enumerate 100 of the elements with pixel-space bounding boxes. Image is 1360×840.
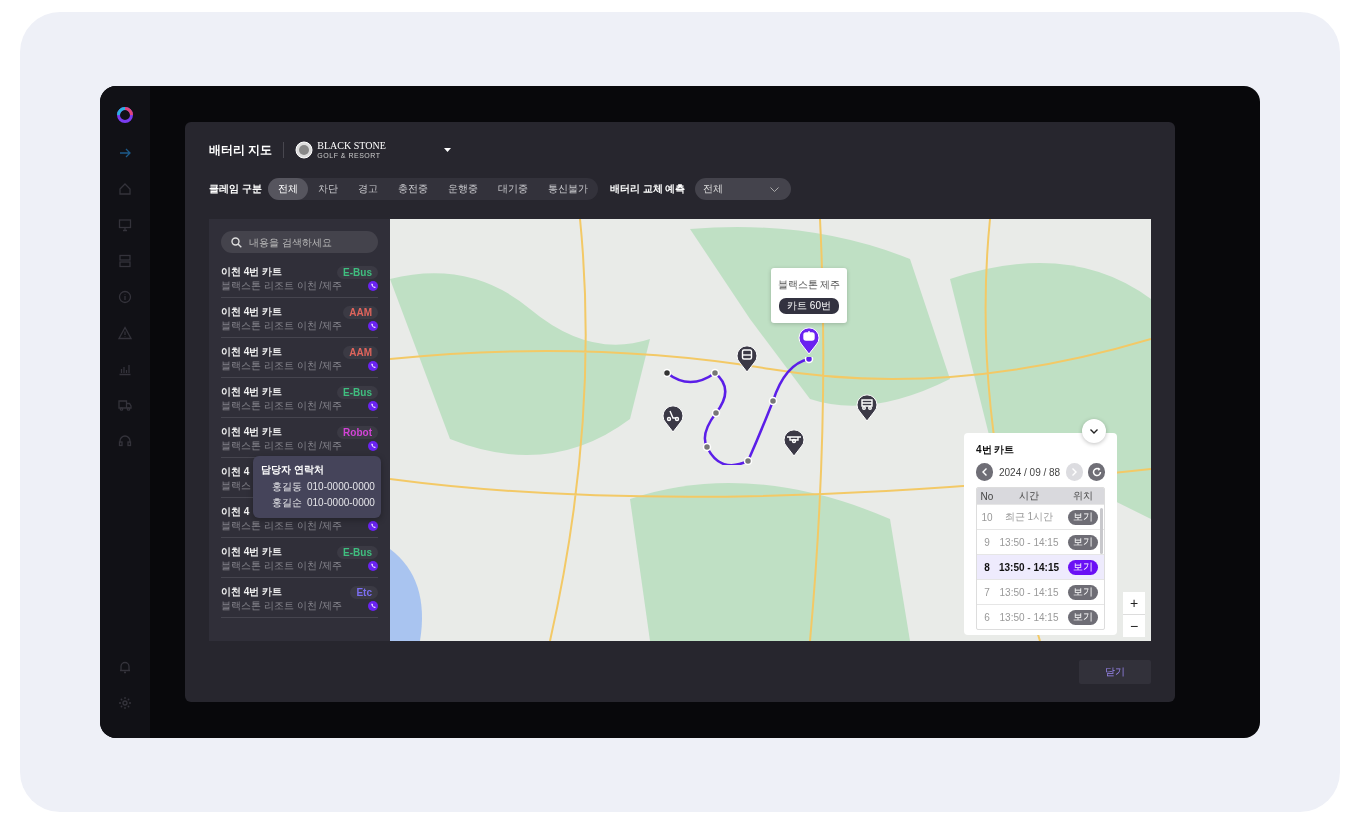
type-tag: E-Bus [337, 545, 378, 559]
vehicle-location: 블랙스 [221, 479, 251, 493]
time-range: 최근 1시간 [1003, 510, 1055, 524]
vehicle-location: 블랙스톤 리조트 이천 /제주 [221, 279, 343, 293]
vehicle-name: 이천 4번 카트 [221, 345, 283, 359]
cart-marker-icon[interactable] [856, 394, 878, 422]
ring-logo-icon [116, 106, 134, 124]
tooltip-title: 담당자 연락처 [261, 464, 325, 476]
chevron-down-icon [770, 186, 780, 192]
history-row[interactable]: 6 13:50 - 14:15 보기 [977, 604, 1104, 629]
vehicle-name: 이천 4번 카트 [221, 385, 283, 399]
history-date: 2024 / 09 / 88 [998, 466, 1062, 478]
column-header: 위치 [1071, 489, 1094, 503]
phone-icon[interactable] [368, 321, 378, 331]
close-button[interactable]: 닫기 [1079, 660, 1151, 684]
filter-tab[interactable]: 충전중 [387, 178, 438, 200]
vehicle-name: 이천 4번 카트 [221, 305, 283, 319]
vehicle-name: 이천 4 [221, 505, 250, 519]
vehicle-name: 이천 4번 카트 [221, 425, 283, 439]
scrollbar-thumb[interactable] [1100, 508, 1103, 554]
robot-marker-icon[interactable] [798, 327, 820, 355]
history-title: 4번 카트 [976, 443, 1016, 457]
vehicle-location: 블랙스톤 리조트 이천 /제주 [221, 519, 343, 533]
filter-tab[interactable]: 전체 [267, 178, 308, 200]
type-tag: AAM [343, 345, 378, 359]
search-icon [231, 237, 242, 248]
contact-name: 홍길순 [272, 497, 302, 509]
filter-label: 클레임 구분 [209, 182, 262, 196]
vehicle-list-item[interactable]: 이천 4번 카트 E-Bus 블랙스톤 리조트 이천 /제주 [221, 538, 378, 578]
phone-icon[interactable] [368, 601, 378, 611]
vehicle-location: 블랙스톤 리조트 이천 /제주 [221, 559, 343, 573]
view-button[interactable]: 보기 [1067, 534, 1098, 550]
drone-marker-icon[interactable] [783, 429, 805, 457]
modal-title: 배터리 지도 [209, 141, 273, 159]
time-range: 13:50 - 14:15 [997, 561, 1060, 573]
view-button[interactable]: 보기 [1067, 559, 1098, 575]
vehicle-list-item[interactable]: 이천 4번 카트 AAM 블랙스톤 리조트 이천 /제주 [221, 338, 378, 378]
chevron-right-icon [1072, 468, 1078, 476]
row-number: 10 [980, 511, 994, 523]
column-header: 시간 [1018, 489, 1040, 503]
brand-name: BLACK STONE [317, 141, 386, 151]
contact-name: 홍길동 [272, 481, 302, 493]
vehicle-list-item[interactable]: 이천 4번 카트 E-Bus 블랙스톤 리조트 이천 /제주 [221, 378, 378, 418]
chevron-left-icon [981, 468, 987, 476]
row-number: 6 [983, 611, 991, 623]
type-tag: Etc [350, 585, 378, 599]
sphere-logo-icon [295, 141, 314, 159]
refresh-button[interactable] [1088, 463, 1105, 481]
type-tag: E-Bus [337, 265, 378, 279]
type-tag: E-Bus [337, 385, 378, 399]
type-tag: AAM [343, 305, 378, 319]
history-row[interactable]: 8 13:50 - 14:15 보기 [977, 554, 1104, 579]
vehicle-location: 블랙스톤 리조트 이천 /제주 [221, 319, 343, 333]
vehicle-location: 블랙스톤 리조트 이천 /제주 [221, 399, 343, 413]
view-button[interactable]: 보기 [1067, 509, 1098, 525]
zoom-in-button[interactable]: + [1123, 592, 1145, 614]
search-field[interactable]: 내용을 검색하세요 [221, 231, 378, 253]
caret-icon[interactable] [443, 148, 451, 152]
phone-icon[interactable] [368, 281, 378, 291]
prediction-dropdown[interactable]: 전체 [695, 178, 792, 200]
arrow-icon[interactable] [118, 146, 132, 160]
vehicle-list-item[interactable]: 이천 4번 카트 AAM 블랙스톤 리조트 이천 /제주 [221, 298, 378, 338]
type-tag: Robot [337, 425, 378, 439]
zoom-out-button[interactable]: − [1123, 615, 1145, 637]
refresh-icon [1091, 467, 1102, 477]
view-button[interactable]: 보기 [1067, 609, 1098, 625]
time-range: 13:50 - 14:15 [998, 536, 1060, 548]
time-range: 13:50 - 14:15 [998, 586, 1060, 598]
vehicle-list-item[interactable]: 이천 4번 카트 Etc 블랙스톤 리조트 이천 /제주 [221, 578, 378, 618]
contact-phone: 010-0000-0000 [307, 481, 375, 493]
chevron-down-icon [1090, 428, 1098, 434]
vehicle-name: 이천 4번 카트 [221, 265, 283, 279]
row-number: 9 [983, 536, 991, 548]
vehicle-location: 블랙스톤 리조트 이천 /제주 [221, 439, 343, 453]
phone-icon[interactable] [368, 401, 378, 411]
contact-phone: 010-0000-0000 [307, 497, 375, 509]
scooter-marker-icon[interactable] [662, 405, 684, 433]
history-row[interactable]: 7 13:50 - 14:15 보기 [977, 579, 1104, 604]
row-number: 8 [983, 561, 991, 573]
vehicle-badge: 카트 60번 [779, 297, 839, 314]
phone-icon[interactable] [368, 521, 378, 531]
column-header: No [979, 490, 995, 502]
view-button[interactable]: 보기 [1067, 584, 1098, 600]
previous-button[interactable] [976, 463, 993, 481]
vehicle-list-item[interactable]: 이천 4번 카트 E-Bus 블랙스톤 리조트 이천 /제주 [221, 258, 378, 298]
vehicle-name: 이천 4 [221, 465, 250, 479]
filter-tab[interactable]: 운행중 [437, 178, 488, 200]
filter-tab[interactable]: 대기중 [487, 178, 538, 200]
phone-icon[interactable] [368, 441, 378, 451]
vehicle-location: 블랙스톤 리조트 이천 /제주 [221, 599, 343, 613]
phone-icon[interactable] [368, 561, 378, 571]
filter-label: 배터리 교체 예측 [609, 182, 686, 196]
filter-tab[interactable]: 경고 [347, 178, 388, 200]
row-number: 7 [983, 586, 991, 598]
bus-marker-icon[interactable] [736, 345, 758, 373]
time-range: 13:50 - 14:15 [998, 611, 1060, 623]
phone-icon[interactable] [368, 361, 378, 371]
filter-tab[interactable]: 차단 [307, 178, 348, 200]
filter-tab[interactable]: 통신불가 [537, 178, 598, 200]
vehicle-name: 이천 4번 카트 [221, 545, 283, 559]
